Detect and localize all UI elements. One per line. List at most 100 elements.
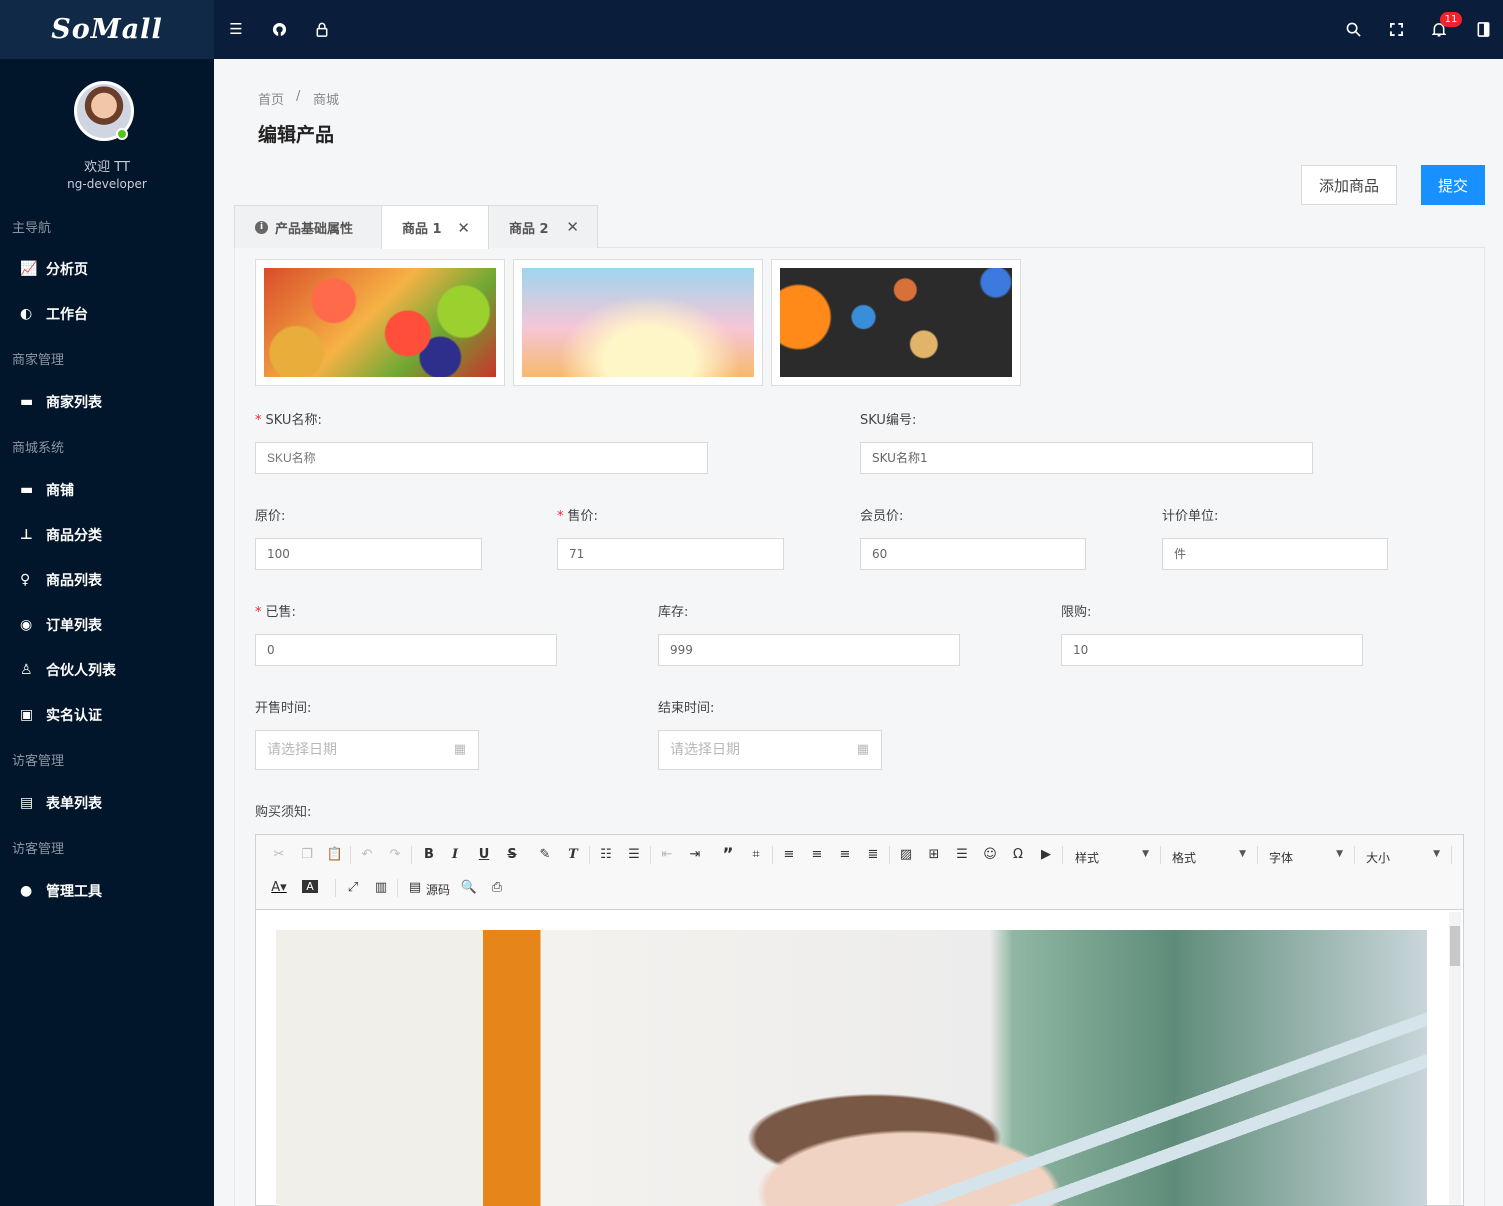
- blockquote-icon[interactable]: ”: [717, 845, 739, 865]
- align-right-icon[interactable]: ≡: [834, 847, 856, 862]
- horizontal-line-icon[interactable]: ☰: [951, 847, 973, 862]
- maximize-icon[interactable]: ⤢: [342, 880, 364, 895]
- nav-group-main: 主导航: [12, 221, 52, 236]
- format-select[interactable]: 格式 ▼: [1172, 849, 1246, 865]
- github-icon[interactable]: [267, 17, 291, 41]
- info-icon: i: [255, 220, 268, 234]
- print-icon[interactable]: ⎙: [486, 880, 508, 895]
- outdent-icon[interactable]: ⇤: [656, 847, 678, 862]
- ordered-list-icon[interactable]: ☷: [595, 847, 617, 862]
- tab-label: 商品 1: [402, 222, 442, 237]
- member-price-input[interactable]: 60: [860, 538, 1086, 570]
- underline-icon[interactable]: U: [473, 847, 495, 862]
- bullet-list-icon[interactable]: ☰: [623, 847, 645, 862]
- sidebar: 欢迎 TT ng-developer 主导航 📈 分析页 ◐ 工作台 商家管理 ▬ 商…: [0, 59, 214, 1206]
- bulb-icon: ♀: [20, 572, 31, 588]
- align-left-icon[interactable]: ≡: [778, 847, 800, 862]
- copy-icon[interactable]: ❐: [296, 847, 318, 862]
- style-select[interactable]: 样式 ▼: [1075, 849, 1149, 865]
- page-break-icon[interactable]: ▶: [1035, 847, 1057, 862]
- sidebar-item-order-list[interactable]: ◉ 订单列表: [20, 613, 200, 637]
- show-blocks-icon[interactable]: ▥: [370, 880, 392, 895]
- chevron-down-icon: ▼: [1142, 849, 1149, 859]
- product-image-2[interactable]: [513, 259, 763, 386]
- menu-icon[interactable]: ☰: [224, 17, 248, 41]
- panel-icon[interactable]: [1471, 17, 1495, 41]
- breadcrumb-home[interactable]: 首页: [258, 89, 284, 108]
- notification-badge: 11: [1440, 12, 1462, 27]
- sold-label: * 已售:: [255, 605, 296, 620]
- italic-icon[interactable]: I: [444, 847, 466, 862]
- end-date-picker[interactable]: 请选择日期 ▦: [658, 730, 882, 770]
- stock-input[interactable]: 999: [658, 634, 960, 666]
- childrens-day-image: [522, 268, 754, 377]
- image-icon[interactable]: ▨: [895, 847, 917, 862]
- tab-product-1[interactable]: 商品 1 ✕: [381, 205, 489, 249]
- size-select[interactable]: 大小 ▼: [1366, 849, 1440, 865]
- tab-basic-attributes[interactable]: i 产品基础属性: [234, 205, 382, 248]
- text-color-icon[interactable]: A▾: [268, 880, 290, 895]
- start-date-picker[interactable]: 请选择日期 ▦: [255, 730, 479, 770]
- unit-input[interactable]: 件: [1162, 538, 1388, 570]
- product-image-3[interactable]: [771, 259, 1021, 386]
- end-time-label: 结束时间:: [658, 701, 715, 716]
- solar-system-image: [780, 268, 1012, 377]
- table-icon[interactable]: ⊞: [923, 847, 945, 862]
- sidebar-item-label: 订单列表: [46, 618, 102, 634]
- strikethrough-icon[interactable]: S: [501, 847, 523, 862]
- sidebar-item-category[interactable]: ⊥ 商品分类: [20, 523, 200, 547]
- sold-input[interactable]: 0: [255, 634, 557, 666]
- sale-price-input[interactable]: 71: [557, 538, 784, 570]
- cut-icon[interactable]: ✂: [268, 847, 290, 862]
- app-logo[interactable]: SoMall: [0, 0, 214, 59]
- sidebar-item-label: 商铺: [46, 483, 74, 499]
- bold-icon[interactable]: B: [418, 847, 440, 862]
- fullscreen-icon[interactable]: [1384, 17, 1408, 41]
- paste-icon[interactable]: 📋: [324, 847, 346, 862]
- div-icon[interactable]: ⌗: [745, 847, 767, 862]
- sidebar-item-workbench[interactable]: ◐ 工作台: [20, 302, 200, 326]
- clear-format-icon[interactable]: T: [562, 847, 584, 862]
- submit-button[interactable]: 提交: [1421, 165, 1485, 205]
- align-center-icon[interactable]: ≡: [806, 847, 828, 862]
- breadcrumb-current[interactable]: 商城: [313, 89, 339, 108]
- close-icon[interactable]: ✕: [457, 219, 470, 237]
- rich-text-editor[interactable]: ✂ ❐ 📋 ↶ ↷ B I U S ✎ T ☷ ☰ ⇤ ⇥ ” ⌗ ≡ ≡ ≡ …: [255, 834, 1464, 1206]
- original-price-label: 原价:: [255, 509, 286, 524]
- close-icon[interactable]: ✕: [566, 218, 579, 236]
- editor-toolbar: ✂ ❐ 📋 ↶ ↷ B I U S ✎ T ☷ ☰ ⇤ ⇥ ” ⌗ ≡ ≡ ≡ …: [256, 835, 1463, 910]
- redo-icon[interactable]: ↷: [384, 847, 406, 862]
- sku-code-input[interactable]: SKU名称1: [860, 442, 1313, 474]
- sidebar-item-form-list[interactable]: ▤ 表单列表: [20, 791, 200, 815]
- sku-name-input[interactable]: [255, 442, 708, 474]
- tab-product-2[interactable]: 商品 2 ✕: [488, 205, 598, 248]
- source-button-label[interactable]: 源码: [426, 881, 450, 898]
- smiley-icon[interactable]: ☺: [979, 847, 1001, 862]
- indent-icon[interactable]: ⇥: [684, 847, 706, 862]
- sidebar-item-realname[interactable]: ▣ 实名认证: [20, 703, 200, 727]
- original-price-input[interactable]: 100: [255, 538, 482, 570]
- order-icon: ◉: [20, 617, 33, 633]
- bg-color-icon[interactable]: A: [302, 880, 318, 893]
- font-select[interactable]: 字体 ▼: [1269, 849, 1343, 865]
- product-image-1[interactable]: [255, 259, 505, 386]
- sidebar-item-analysis[interactable]: 📈 分析页: [20, 257, 200, 281]
- editor-scrollbar[interactable]: [1449, 912, 1461, 1205]
- sidebar-item-product-list[interactable]: ♀ 商品列表: [20, 568, 200, 592]
- special-char-icon[interactable]: Ω: [1007, 847, 1029, 862]
- scrollbar-thumb[interactable]: [1450, 926, 1460, 966]
- sidebar-item-partner-list[interactable]: ♙ 合伙人列表: [20, 658, 200, 682]
- format-painter-icon[interactable]: ✎: [534, 847, 556, 862]
- sidebar-item-shop[interactable]: ▬ 商铺: [20, 478, 200, 502]
- sidebar-item-merchant-list[interactable]: ▬ 商家列表: [20, 390, 200, 414]
- search-icon[interactable]: [1341, 17, 1365, 41]
- lock-icon[interactable]: [310, 17, 334, 41]
- preview-icon[interactable]: 🔍: [458, 880, 480, 895]
- source-icon[interactable]: ▤: [404, 880, 426, 895]
- date-placeholder: 请选择日期: [267, 742, 337, 758]
- add-product-button[interactable]: 添加商品: [1301, 165, 1397, 205]
- limit-input[interactable]: 10: [1061, 634, 1363, 666]
- justify-icon[interactable]: ≣: [862, 847, 884, 862]
- undo-icon[interactable]: ↶: [356, 847, 378, 862]
- sidebar-item-tools[interactable]: ● 管理工具: [20, 879, 200, 903]
